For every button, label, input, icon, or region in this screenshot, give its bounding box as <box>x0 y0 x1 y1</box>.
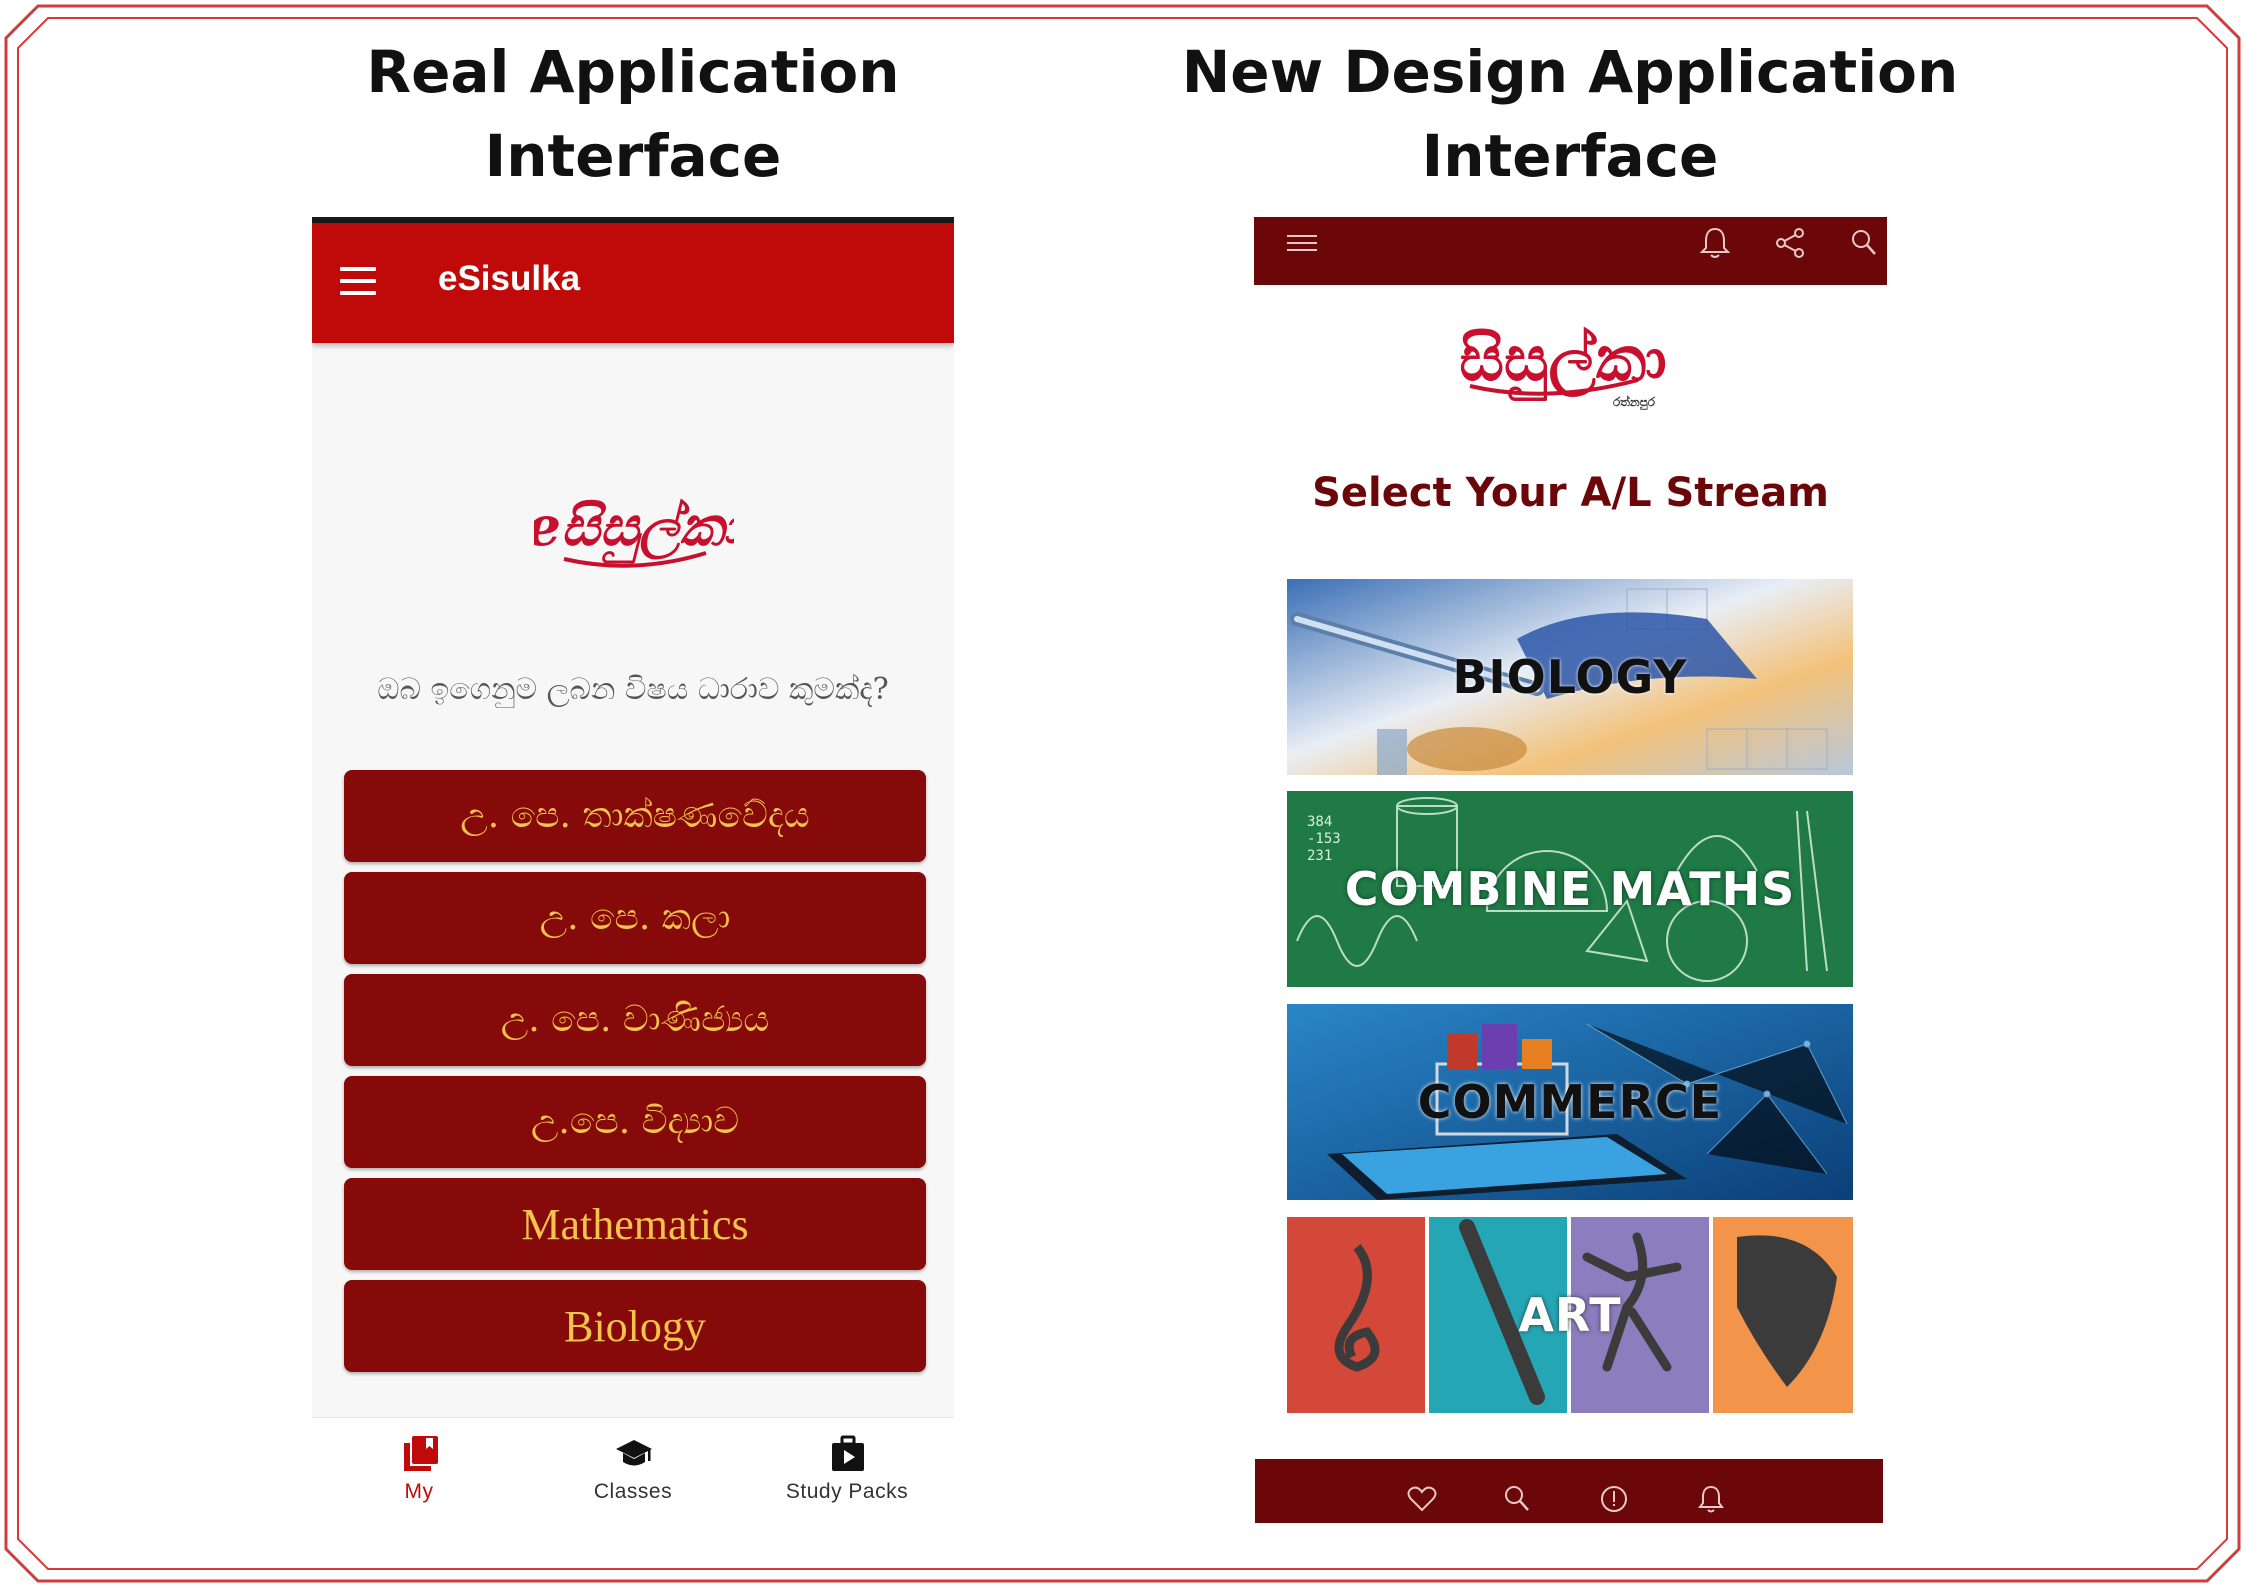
nav-tab-study-packs[interactable]: Study Packs <box>740 1418 954 1522</box>
nav-tab-my[interactable]: My <box>312 1418 526 1522</box>
right-heading: New Design Application Interface <box>1170 30 1970 198</box>
bookmark-library-icon <box>404 1436 438 1471</box>
logo-subtext: රත්නපුර <box>1613 395 1656 411</box>
nav-tab-my-label: My <box>404 1480 434 1503</box>
app-title: eSisulka <box>438 259 581 298</box>
left-heading: Real Application Interface <box>333 30 933 198</box>
stream-card-art-label: ART <box>1518 1288 1622 1342</box>
stream-card-commerce[interactable]: COMMERCE <box>1287 1004 1853 1200</box>
stream-button-science[interactable]: උ.පෙ. විද්‍යාව <box>344 1076 926 1168</box>
bell-icon[interactable] <box>1697 225 1733 261</box>
bottom-navigation: My Classes Study Packs <box>312 1417 954 1522</box>
search-icon[interactable] <box>1501 1483 1533 1515</box>
stream-card-commerce-label: COMMERCE <box>1417 1075 1723 1129</box>
top-toolbar <box>1254 217 1887 285</box>
select-stream-title: Select Your A/L Stream <box>1312 470 1829 516</box>
stream-question: ඔබ ඉගෙනුම ලබන විෂය ධාරාව කුමක්ද? <box>377 672 889 707</box>
graduation-cap-icon <box>616 1440 652 1466</box>
real-app-screen: eSisulka eසිසුල්කා ඔබ ඉගෙනුම ලබන විෂය ධා… <box>312 217 954 1522</box>
menu-icon[interactable] <box>1284 225 1320 261</box>
stream-button-arts[interactable]: උ. පෙ. කලා <box>344 872 926 964</box>
bottom-icon-bar <box>1255 1459 1883 1523</box>
menu-icon[interactable] <box>340 267 376 297</box>
stream-button-commerce[interactable]: උ. පෙ. වාණිජ්‍යය <box>344 974 926 1066</box>
stream-card-combine-maths-label: COMBINE MATHS <box>1344 862 1796 916</box>
stream-card-biology-label: BIOLOGY <box>1452 650 1688 704</box>
stream-button-mathematics[interactable]: Mathematics <box>344 1178 926 1270</box>
right-heading-line1: New Design Application <box>1181 38 1959 106</box>
stream-card-art[interactable]: ART <box>1287 1217 1853 1413</box>
stream-button-technology[interactable]: උ. පෙ. තාක්ෂණවේදය <box>344 770 926 862</box>
esisulka-logo: eසිසුල්කා <box>534 494 734 568</box>
nav-tab-classes-label: Classes <box>593 1480 673 1503</box>
stream-card-biology[interactable]: BIOLOGY <box>1287 579 1853 775</box>
sisulka-logo: සිසුල්කා රත්නපුර <box>1459 322 1666 411</box>
right-heading-line2: Interface <box>1421 122 1719 190</box>
video-briefcase-icon <box>832 1435 864 1471</box>
nav-tab-study-packs-label: Study Packs <box>785 1480 909 1503</box>
left-heading-line2: Interface <box>484 122 782 190</box>
search-icon[interactable] <box>1846 225 1882 261</box>
info-icon[interactable] <box>1598 1483 1630 1515</box>
app-bar: eSisulka <box>312 223 954 343</box>
left-heading-line1: Real Application <box>366 38 900 106</box>
nav-tab-classes[interactable]: Classes <box>526 1418 740 1522</box>
heart-icon[interactable] <box>1406 1483 1438 1515</box>
share-icon[interactable] <box>1772 225 1808 261</box>
stream-button-biology[interactable]: Biology <box>344 1280 926 1372</box>
stream-card-combine-maths[interactable]: 384 -153 231 COMBINE MATHS <box>1287 791 1853 987</box>
bell-icon[interactable] <box>1695 1483 1727 1515</box>
